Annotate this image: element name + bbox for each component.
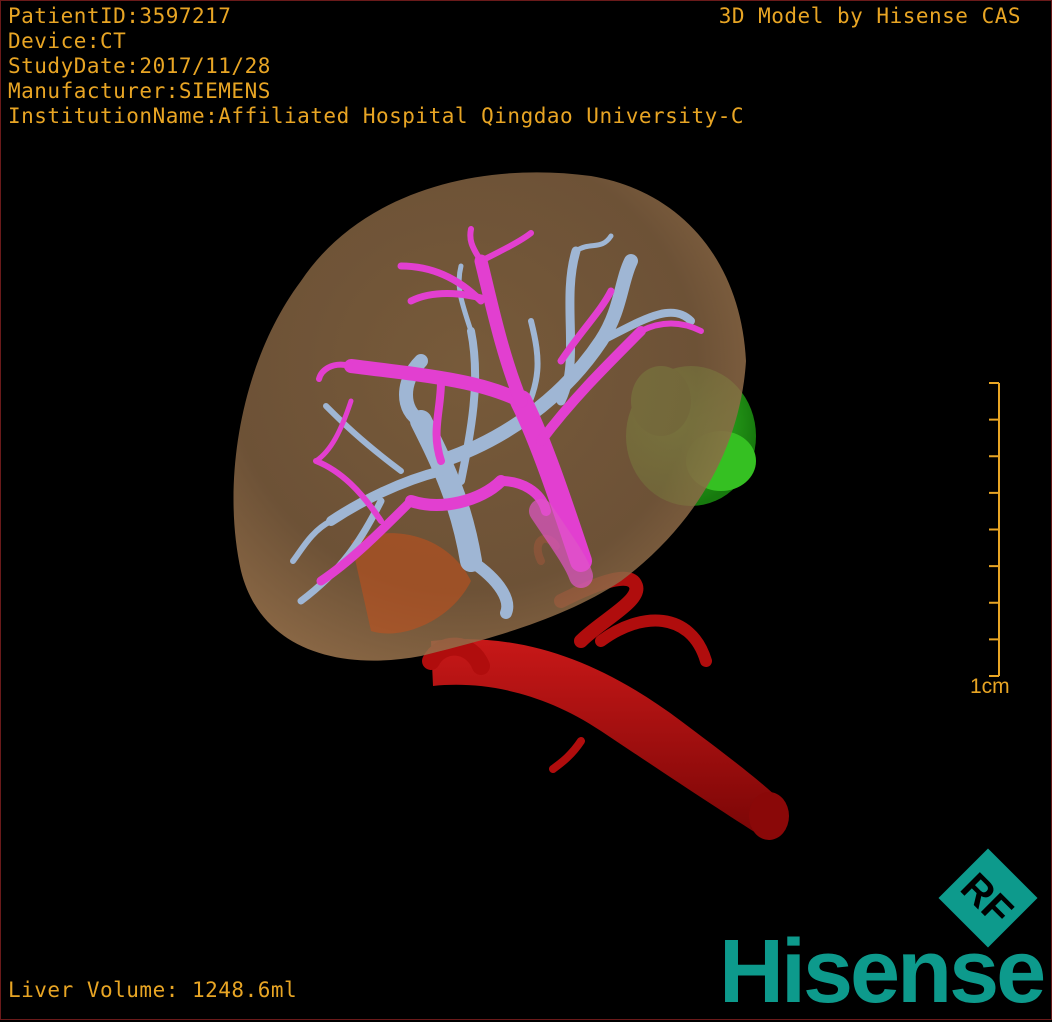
liver-volume: Liver Volume: 1248.6ml (8, 978, 298, 1002)
device: Device:CT (8, 29, 127, 53)
hisense-logo: Hisense (719, 922, 1046, 1022)
manufacturer: Manufacturer:SIEMENS (8, 79, 271, 103)
liver-surface (233, 172, 746, 661)
liver-3d-model[interactable] (1, 1, 1052, 1021)
study-date: StudyDate:2017/11/28 (8, 54, 271, 78)
scale-label: 1cm (970, 675, 1010, 698)
institution-name: InstitutionName:Affiliated Hospital Qing… (8, 104, 745, 128)
patient-id: PatientID:3597217 (8, 4, 232, 28)
study-info: PatientID:3597217 Device:CT StudyDate:20… (8, 4, 744, 129)
3d-viewport[interactable]: PatientID:3597217 Device:CT StudyDate:20… (0, 0, 1052, 1020)
model-credit: 3D Model by Hisense CAS (718, 4, 1021, 28)
scale-bar (989, 382, 1000, 677)
